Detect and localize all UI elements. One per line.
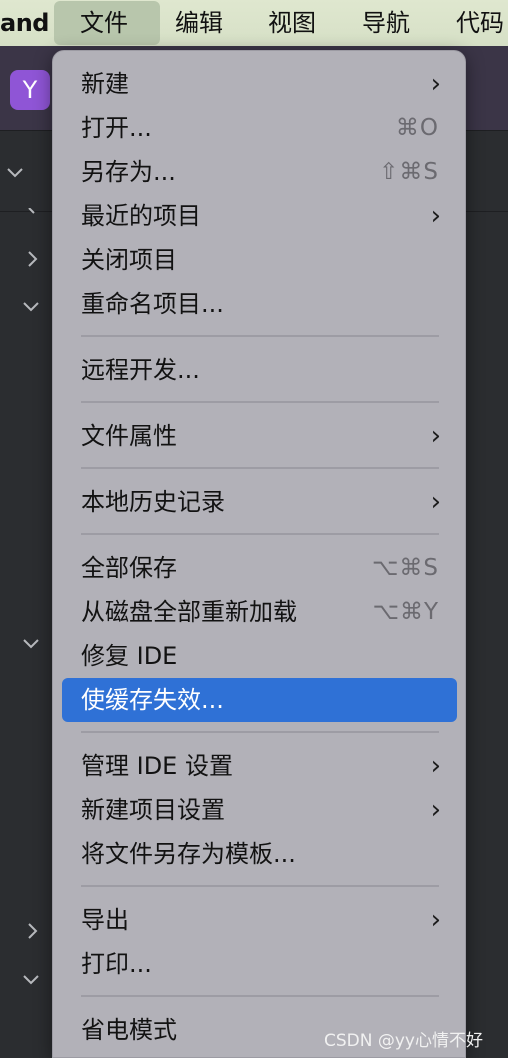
submenu-arrow-icon: › [430, 421, 441, 451]
menu-item-recent-projects[interactable]: 最近的项目 › [53, 194, 467, 238]
menu-item-label: 全部保存 [81, 554, 177, 582]
menu-item-repair-ide[interactable]: 修复 IDE [53, 634, 467, 678]
menu-item-label: 从磁盘全部重新加载 [81, 598, 297, 626]
chevron-down-icon[interactable] [22, 973, 40, 987]
menu-item-local-history[interactable]: 本地历史记录 › [53, 480, 467, 524]
menu-item-label: 本地历史记录 [81, 488, 225, 516]
menu-item-label: 关闭项目 [81, 246, 177, 274]
menu-item-save-as[interactable]: 另存为... ⇧⌘S [53, 150, 467, 194]
menu-item-label: 新建 [81, 70, 129, 98]
menu-divider [81, 995, 439, 997]
menu-code[interactable]: 代码 [456, 0, 504, 46]
menu-item-print[interactable]: 打印... [53, 942, 467, 986]
watermark: CSDN @yy心情不好 [324, 1031, 483, 1051]
menu-item-label: 新建项目设置 [81, 796, 225, 824]
menu-item-label: 省电模式 [81, 1016, 177, 1044]
chevron-down-icon[interactable] [22, 637, 40, 651]
menu-item-label: 管理 IDE 设置 [81, 752, 233, 780]
menu-item-shortcut: ⇧⌘S [379, 159, 439, 185]
submenu-arrow-icon: › [430, 487, 441, 517]
menu-item-label: 另存为... [81, 158, 176, 186]
app-menu[interactable]: and [0, 0, 49, 46]
menu-navigate[interactable]: 导航 [362, 0, 410, 46]
menu-divider [81, 885, 439, 887]
menu-item-label: 打印... [81, 950, 152, 978]
menu-item-save-all[interactable]: 全部保存 ⌥⌘S [53, 546, 467, 590]
menu-item-rename-project[interactable]: 重命名项目... [53, 282, 467, 326]
menu-item-new[interactable]: 新建 › [53, 62, 467, 106]
menu-item-label: 重命名项目... [81, 290, 224, 318]
menu-item-label: 最近的项目 [81, 202, 201, 230]
menu-divider [81, 467, 439, 469]
submenu-arrow-icon: › [430, 795, 441, 825]
menu-item-close-project[interactable]: 关闭项目 [53, 238, 467, 282]
menu-edit[interactable]: 编辑 [175, 0, 223, 46]
menu-item-open[interactable]: 打开... ⌘O [53, 106, 467, 150]
menu-item-export[interactable]: 导出 › [53, 898, 467, 942]
submenu-arrow-icon: › [430, 905, 441, 935]
chevron-right-icon[interactable] [26, 250, 38, 268]
menu-divider [81, 335, 439, 337]
menu-divider [81, 401, 439, 403]
menu-item-save-file-as-template[interactable]: 将文件另存为模板... [53, 832, 467, 876]
menu-item-shortcut: ⌥⌘Y [372, 599, 439, 625]
menu-item-label: 导出 [81, 906, 129, 934]
menu-item-shortcut: ⌥⌘S [371, 555, 439, 581]
menu-bar: and 文件 编辑 视图 导航 代码 [0, 0, 508, 46]
menu-item-label: 将文件另存为模板... [81, 840, 296, 868]
menu-item-label: 使缓存失效... [81, 686, 224, 714]
chevron-right-icon[interactable] [26, 208, 38, 218]
menu-item-reload-all-from-disk[interactable]: 从磁盘全部重新加载 ⌥⌘Y [53, 590, 467, 634]
menu-item-remote-development[interactable]: 远程开发... [53, 348, 467, 392]
menu-item-file-properties[interactable]: 文件属性 › [53, 414, 467, 458]
menu-item-shortcut: ⌘O [395, 115, 439, 141]
menu-view[interactable]: 视图 [268, 0, 316, 46]
menu-item-invalidate-caches[interactable]: 使缓存失效... [53, 678, 467, 722]
project-avatar[interactable]: Y [10, 70, 50, 110]
menu-divider [81, 533, 439, 535]
submenu-arrow-icon: › [430, 69, 441, 99]
submenu-arrow-icon: › [430, 201, 441, 231]
chevron-down-icon[interactable] [6, 166, 24, 180]
file-menu-dropdown: 新建 › 打开... ⌘O 另存为... ⇧⌘S 最近的项目 › 关闭项目 重命… [52, 50, 466, 1058]
menu-item-new-project-settings[interactable]: 新建项目设置 › [53, 788, 467, 832]
menu-item-manage-ide-settings[interactable]: 管理 IDE 设置 › [53, 744, 467, 788]
menu-file[interactable]: 文件 [54, 1, 160, 45]
chevron-right-icon[interactable] [26, 922, 38, 940]
menu-item-label: 修复 IDE [81, 642, 178, 670]
menu-file-label: 文件 [80, 9, 128, 37]
menu-item-label: 文件属性 [81, 422, 177, 450]
menu-item-label: 打开... [81, 114, 152, 142]
menu-item-label: 远程开发... [81, 356, 200, 384]
submenu-arrow-icon: › [430, 751, 441, 781]
menu-divider [81, 731, 439, 733]
chevron-down-icon[interactable] [22, 300, 40, 314]
